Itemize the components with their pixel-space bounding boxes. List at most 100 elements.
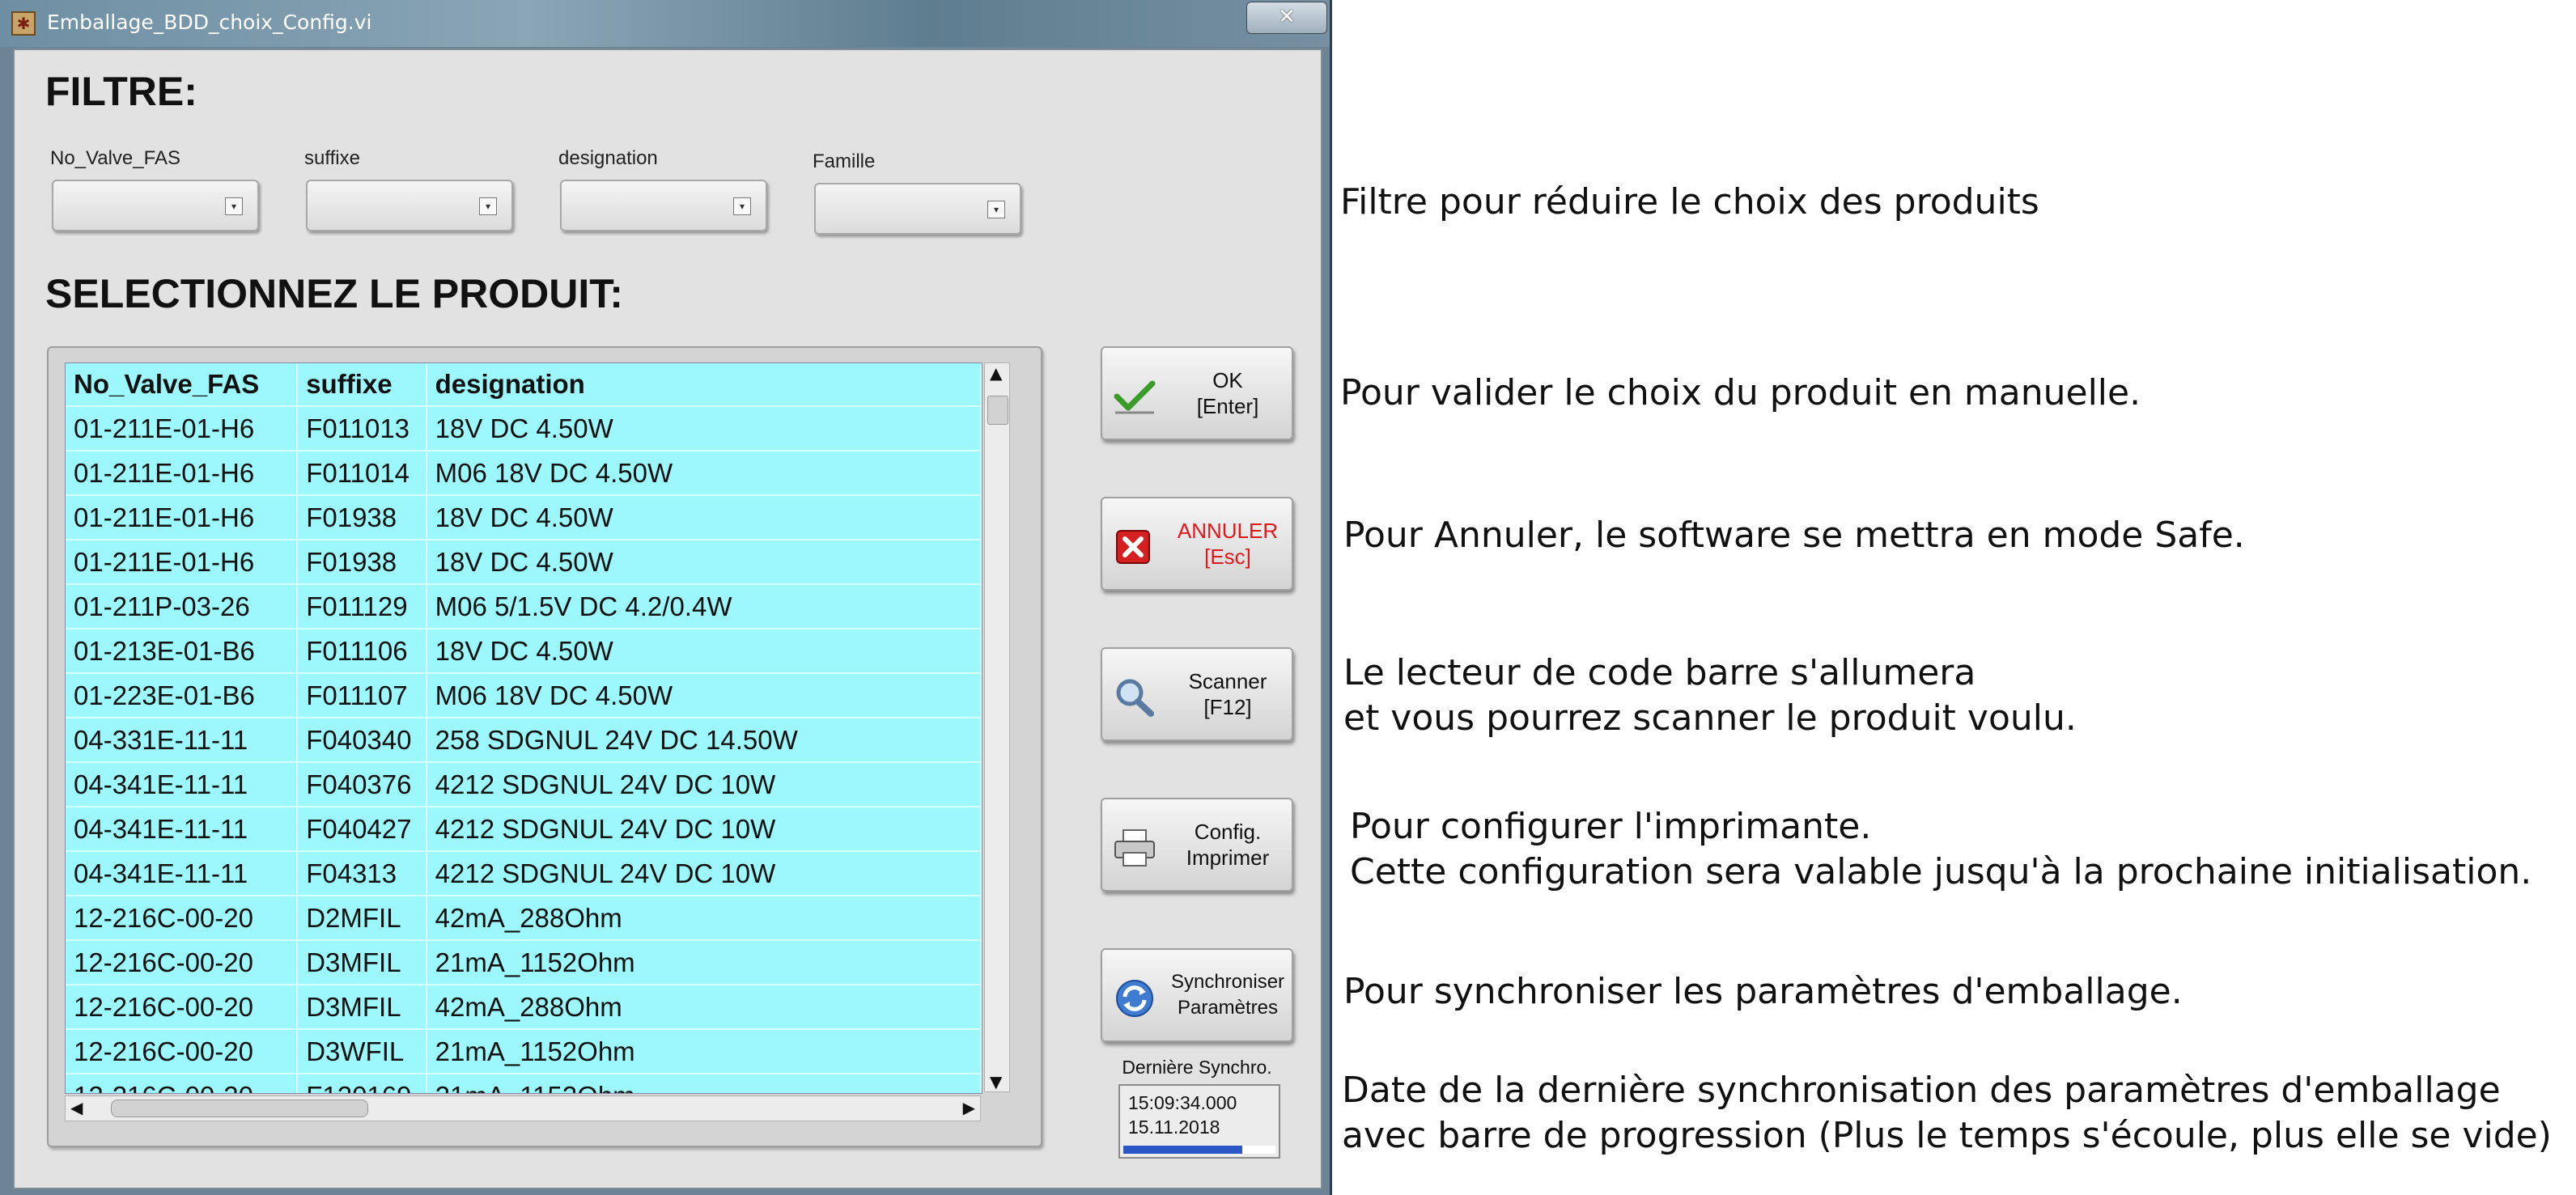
cancel-button-label: ANNULER [Esc] — [1167, 518, 1288, 570]
vertical-scroll-thumb[interactable] — [987, 396, 1008, 425]
magnifier-icon — [1112, 676, 1157, 718]
table-row[interactable]: 12-216C-00-20 D3WFIL 21mA_1152Ohm — [66, 1028, 982, 1074]
window-title: Emballage_BDD_choix_Config.vi — [47, 11, 372, 34]
horizontal-scroll-thumb[interactable] — [111, 1100, 368, 1117]
sync-label-line1: Synchroniser — [1170, 971, 1285, 993]
table-header-row: No_Valve_FAS suffixe designation — [66, 363, 982, 406]
cell-designation: 21mA_1152Ohm — [426, 939, 982, 985]
cancel-label-line2: [Esc] — [1204, 545, 1251, 569]
cell-no-valve: 01-223E-01-B6 — [66, 672, 299, 718]
sync-progress-bar — [1123, 1146, 1275, 1154]
cell-designation: 18V DC 4.50W — [426, 494, 982, 540]
cell-suffixe: F011106 — [297, 628, 427, 673]
title-bar[interactable]: ✱ Emballage_BDD_choix_Config.vi ✕ — [0, 0, 1330, 47]
close-button[interactable]: ✕ — [1246, 2, 1327, 34]
column-header-designation[interactable]: designation — [426, 363, 982, 406]
last-sync-label: Dernière Synchro. — [1122, 1057, 1272, 1078]
product-heading: SELECTIONNEZ LE PRODUIT: — [45, 271, 623, 316]
cell-designation: 4212 SDGNUL 24V DC 10W — [426, 761, 982, 807]
sync-progress-fill — [1123, 1146, 1242, 1154]
cell-no-valve: 12-216C-00-20 — [66, 895, 299, 940]
scroll-down-arrow-icon[interactable]: ▼ — [990, 1072, 1002, 1091]
filter-famille-combobox[interactable]: ▾ — [814, 183, 1021, 235]
table-row[interactable]: 01-211E-01-H6 F01938 18V DC 4.50W — [66, 539, 982, 584]
product-listbox: No_Valve_FAS suffixe designation 01-211E… — [47, 346, 1042, 1147]
cell-no-valve: 12-216C-00-20 — [66, 1073, 299, 1093]
scroll-left-arrow-icon[interactable]: ◀ — [70, 1098, 83, 1117]
cell-designation: 18V DC 4.50W — [426, 628, 982, 673]
annotation-ok: Pour valider le choix du produit en manu… — [1340, 372, 2141, 413]
table-row[interactable]: 12-216C-00-20F12016921mA_1152Ohm — [66, 1073, 982, 1093]
table-row[interactable]: 01-213E-01-B6 F011106 18V DC 4.50W — [66, 628, 982, 673]
filter-label-famille: Famille — [813, 150, 876, 172]
cell-suffixe: F01938 — [297, 539, 427, 584]
table-row[interactable]: 04-331E-11-11 F040340 258 SDGNUL 24V DC 14… — [66, 717, 982, 762]
product-rows: 01-211E-01-H6 F011013 18V DC 4.50W 01-211E-… — [66, 405, 982, 1093]
dropdown-arrow-icon[interactable]: ▾ — [479, 197, 497, 215]
table-row[interactable]: 01-211E-01-H6 F01938 18V DC 4.50W — [66, 494, 982, 540]
cancel-button[interactable]: ANNULER [Esc] — [1101, 497, 1293, 591]
print-label-line2: Imprimer — [1186, 845, 1270, 870]
sync-button[interactable]: Synchroniser Paramètres — [1101, 948, 1293, 1042]
table-row[interactable]: 01-211E-01-H6 F011014 M06 18V DC 4.50W — [66, 450, 982, 495]
cell-designation: M06 18V DC 4.50W — [426, 672, 982, 718]
annotation-print-line1: Pour configurer l'imprimante. — [1350, 806, 1872, 847]
print-config-button[interactable]: Config. Imprimer — [1101, 798, 1293, 892]
scroll-up-arrow-icon[interactable]: ▲ — [990, 363, 1002, 383]
table-row[interactable]: 01-211P-03-26 F011129 M06 5/1.5V DC 4.2/0.… — [66, 583, 982, 629]
table-row[interactable]: 12-216C-00-20 D3MFIL 21mA_1152Ohm — [66, 939, 982, 985]
sync-button-label: Synchroniser Paramètres — [1167, 969, 1288, 1021]
dropdown-arrow-icon[interactable]: ▾ — [225, 197, 243, 215]
cell-suffixe: F011014 — [297, 450, 427, 495]
cell-no-valve: 01-211E-01-H6 — [66, 539, 299, 584]
printer-icon — [1112, 827, 1157, 869]
scanner-label-line2: [F12] — [1203, 695, 1252, 719]
table-row[interactable]: 04-341E-11-11 F040376 4212 SDGNUL 24V DC 1… — [66, 761, 982, 807]
cell-no-valve: 01-211P-03-26 — [66, 583, 299, 629]
filter-label-suffixe: suffixe — [304, 147, 360, 169]
table-row[interactable]: 01-211E-01-H6 F011013 18V DC 4.50W — [66, 405, 982, 451]
cell-no-valve: 12-216C-00-20 — [66, 1028, 299, 1074]
table-row[interactable]: 01-223E-01-B6 F011107 M06 18V DC 4.50W — [66, 672, 982, 718]
cell-no-valve: 04-341E-11-11 — [66, 850, 299, 896]
cell-designation: 21mA_1152Ohm — [426, 1073, 982, 1093]
table-row[interactable]: 04-341E-11-11 F04313 4212 SDGNUL 24V DC 10… — [66, 850, 982, 896]
cell-no-valve: 01-213E-01-B6 — [66, 628, 299, 673]
cell-no-valve: 04-341E-11-11 — [66, 761, 299, 807]
scroll-right-arrow-icon[interactable]: ▶ — [963, 1098, 975, 1117]
ok-label-line2: [Enter] — [1196, 394, 1259, 418]
cell-suffixe: F011129 — [297, 583, 427, 629]
dropdown-arrow-icon[interactable]: ▾ — [987, 201, 1005, 218]
horizontal-scrollbar[interactable]: ◀ ▶ — [65, 1095, 981, 1121]
ok-button[interactable]: OK [Enter] — [1101, 346, 1293, 440]
table-row[interactable]: 12-216C-00-20 D2MFIL 42mA_288Ohm — [66, 895, 982, 940]
filter-no-valve-combobox[interactable]: ▾ — [52, 180, 259, 231]
table-row[interactable]: 12-216C-00-20 D3MFIL 42mA_288Ohm — [66, 984, 982, 1029]
filter-label-no-valve: No_Valve_FAS — [50, 147, 180, 169]
last-sync-indicator: 15:09:34.000 15.11.2018 — [1118, 1084, 1280, 1159]
cell-designation: M06 18V DC 4.50W — [426, 450, 982, 495]
sync-label-line2: Paramètres — [1177, 997, 1279, 1019]
cell-no-valve: 04-331E-11-11 — [66, 717, 299, 762]
print-config-button-label: Config. Imprimer — [1167, 819, 1288, 871]
scanner-button[interactable]: Scanner [F12] — [1101, 647, 1293, 741]
column-header-suffixe[interactable]: suffixe — [297, 363, 427, 406]
cell-designation: 258 SDGNUL 24V DC 14.50W — [426, 717, 982, 762]
annotation-scanner-line1: Le lecteur de code barre s'allumera — [1343, 652, 1976, 693]
cell-designation: M06 5/1.5V DC 4.2/0.4W — [426, 583, 982, 629]
filter-suffixe-combobox[interactable]: ▾ — [306, 180, 513, 231]
cancel-x-icon — [1112, 526, 1157, 568]
last-sync-time: 15:09:34.000 — [1128, 1092, 1237, 1113]
column-header-no-valve[interactable]: No_Valve_FAS — [66, 363, 299, 406]
print-label-line1: Config. — [1194, 820, 1262, 844]
cell-no-valve: 04-341E-11-11 — [66, 806, 299, 851]
product-table-area[interactable]: No_Valve_FAS suffixe designation 01-211E… — [65, 362, 982, 1094]
vertical-scrollbar[interactable]: ▲ ▼ — [984, 362, 1010, 1092]
dropdown-arrow-icon[interactable]: ▾ — [733, 197, 751, 215]
cell-no-valve: 01-211E-01-H6 — [66, 405, 299, 451]
table-row[interactable]: 04-341E-11-11 F040427 4212 SDGNUL 24V DC 1… — [66, 806, 982, 851]
annotation-date-line1: Date de la dernière synchronisation des … — [1342, 1070, 2501, 1111]
filter-heading: FILTRE: — [45, 69, 197, 114]
filter-designation-combobox[interactable]: ▾ — [560, 180, 767, 231]
cell-designation: 21mA_1152Ohm — [426, 1028, 982, 1074]
